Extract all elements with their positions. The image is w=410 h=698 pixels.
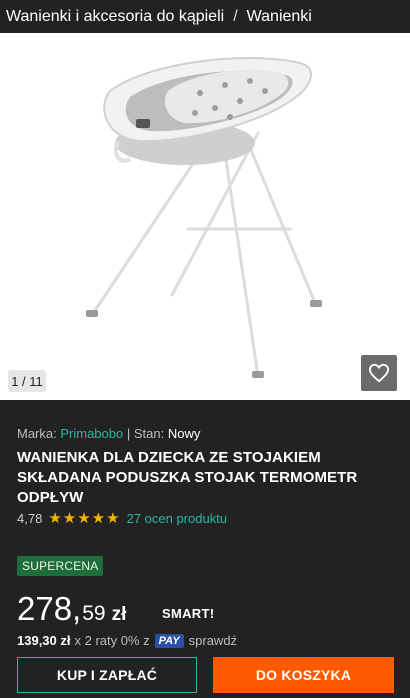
product-title: WANIENKA DLA DZIECKA ZE STOJAKIEM SKŁADA… xyxy=(17,449,358,506)
price: 278, 59 zł xyxy=(17,590,126,628)
star-icon: ★ xyxy=(106,510,120,527)
product-info-panel: Marka: Primabobo | Stan: Nowy WANIENKA D… xyxy=(0,400,410,698)
rating-count-link[interactable]: 27 ocen produktu xyxy=(127,511,227,526)
installment-info: 139,30 zł x 2 raty 0% z PAY sprawdź xyxy=(17,633,237,648)
price-decimal: 59 xyxy=(82,602,106,625)
star-icon: ★ xyxy=(77,510,91,527)
heart-icon xyxy=(368,363,390,383)
breadcrumb-item-category[interactable]: Wanienki i akcesoria do kąpieli xyxy=(6,8,224,26)
star-icon: ★ xyxy=(91,510,106,527)
favorite-button[interactable] xyxy=(361,355,397,391)
installment-text: x 2 raty 0% z xyxy=(74,633,150,648)
installment-check-link[interactable]: sprawdź xyxy=(189,633,237,648)
breadcrumb: Wanienki i akcesoria do kąpieli / Wanien… xyxy=(0,0,410,33)
star-icon: ★ xyxy=(62,510,77,527)
product-rating: 4,78 ★ ★ ★ ★ ★ 27 ocen produktu xyxy=(17,511,227,526)
image-counter: 1 / 11 xyxy=(8,370,46,392)
condition-label: | Stan: xyxy=(126,426,165,441)
brand-label: Marka: xyxy=(17,426,57,441)
product-meta: Marka: Primabobo | Stan: Nowy xyxy=(17,426,200,441)
brand-link[interactable]: Primabobo xyxy=(60,426,123,441)
condition-value: Nowy xyxy=(167,426,201,441)
smart-badge: SMART! xyxy=(162,606,214,621)
star-icon: ★ xyxy=(48,510,62,527)
product-image xyxy=(86,57,322,378)
buy-now-button[interactable]: KUP I ZAPŁAĆ xyxy=(17,657,197,693)
price-integer: 278, xyxy=(17,590,82,627)
rating-score: 4,78 xyxy=(17,511,43,526)
supercena-badge: SUPERCENA xyxy=(17,556,104,576)
pay-logo: PAY xyxy=(154,633,184,648)
smart-label: SMART! xyxy=(162,606,215,621)
add-to-cart-button[interactable]: DO KOSZYKA xyxy=(213,657,394,693)
breadcrumb-separator: / xyxy=(233,7,238,25)
price-currency: zł xyxy=(111,604,127,625)
product-image-gallery[interactable]: 1 / 11 xyxy=(0,33,410,400)
installment-amount: 139,30 zł xyxy=(17,633,71,648)
breadcrumb-item-subcategory[interactable]: Wanienki xyxy=(247,8,312,26)
rating-stars: ★ ★ ★ ★ ★ xyxy=(48,511,120,526)
